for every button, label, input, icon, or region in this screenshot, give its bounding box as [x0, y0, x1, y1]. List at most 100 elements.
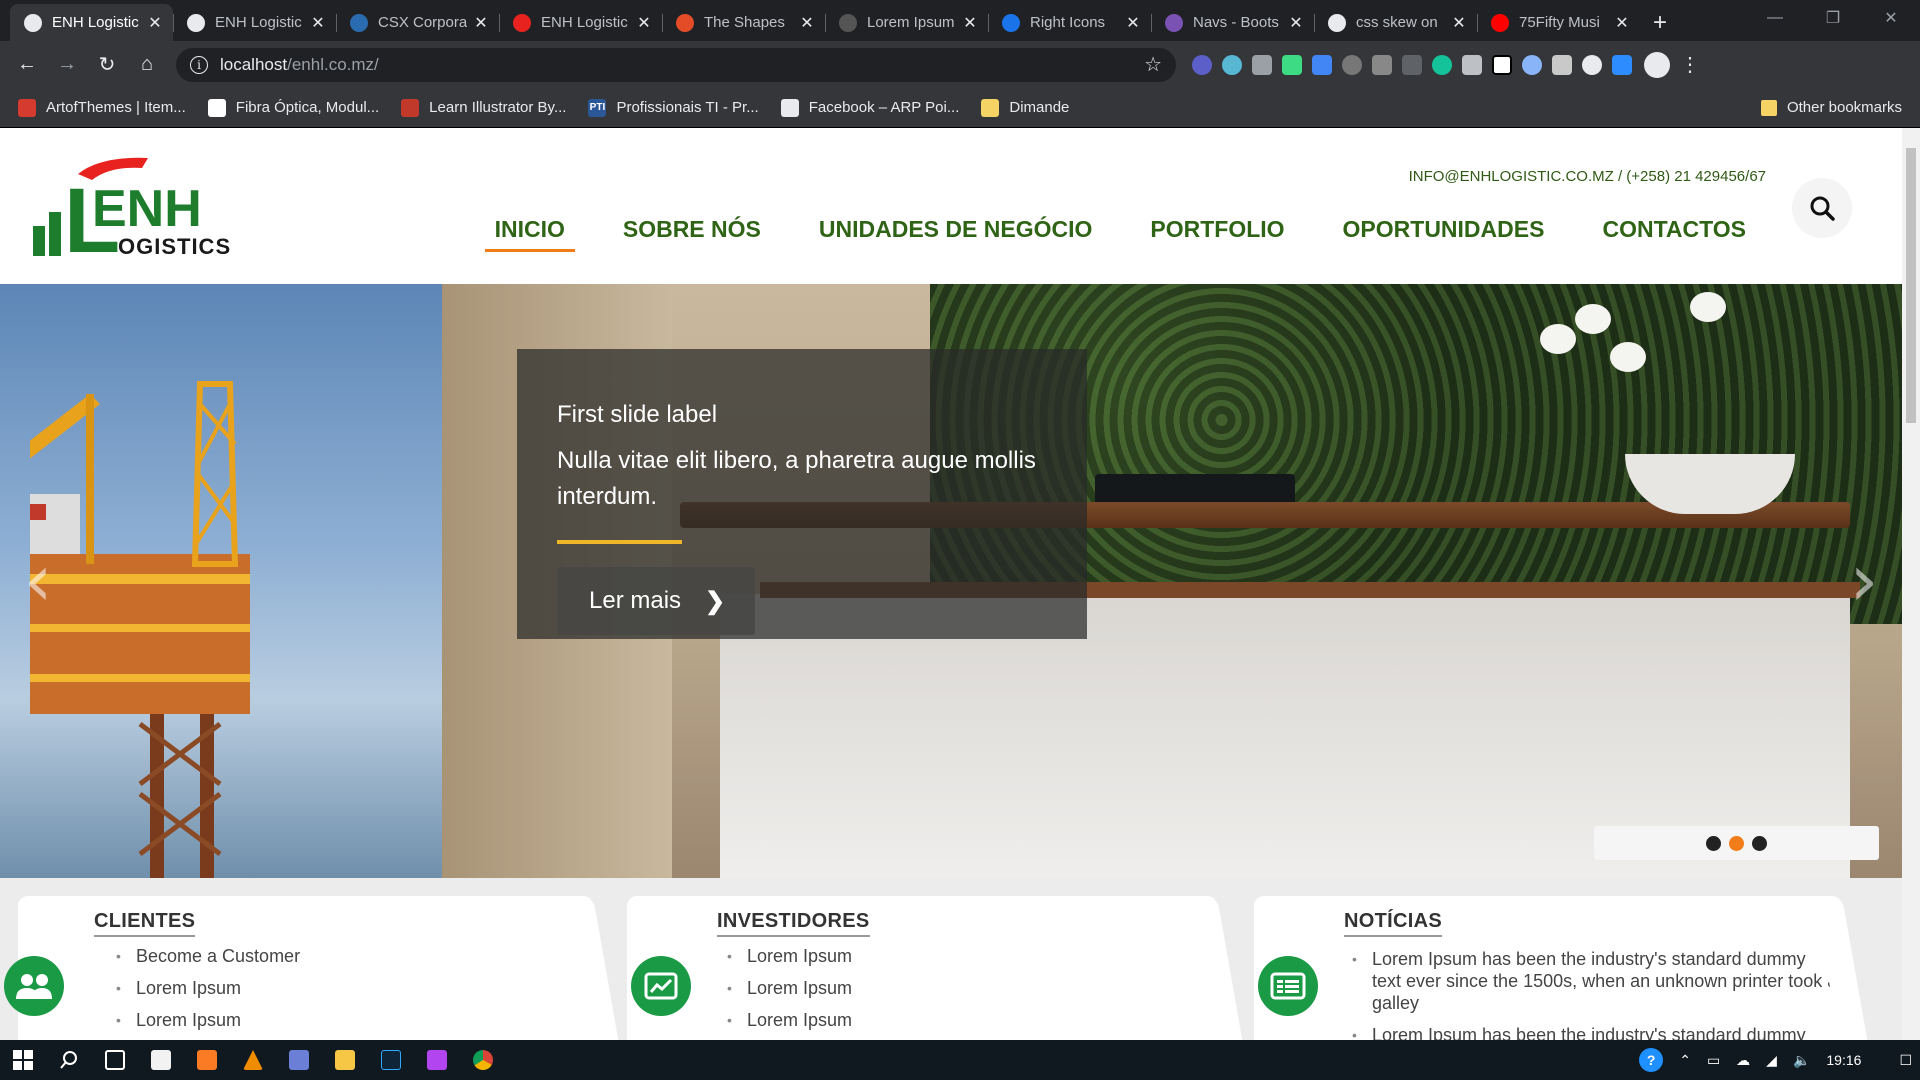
bookmark-item[interactable]: Dimande — [981, 98, 1069, 117]
battery-icon[interactable]: ▭ — [1707, 1052, 1720, 1069]
xampp-icon[interactable] — [184, 1040, 230, 1080]
carousel-indicator-dot[interactable] — [1706, 835, 1721, 851]
carousel-indicator-dot[interactable] — [1752, 835, 1767, 851]
browser-tab[interactable]: css skew on ✕ — [1314, 4, 1477, 41]
close-tab-icon[interactable]: ✕ — [310, 13, 326, 33]
photoshop-icon[interactable] — [368, 1040, 414, 1080]
translate-icon[interactable] — [1312, 54, 1332, 75]
chevron-up-icon[interactable]: ⌃ — [1679, 1052, 1691, 1069]
volume-icon[interactable]: 🔈 — [1793, 1052, 1810, 1069]
list-item[interactable]: Lorem Ipsum — [723, 972, 852, 1004]
extension-icon[interactable] — [1582, 54, 1602, 75]
close-tab-icon[interactable]: ✕ — [636, 13, 652, 33]
bookmark-item[interactable]: ArtofThemes | Item... — [18, 98, 186, 117]
list-item[interactable]: Become a Customer — [112, 940, 300, 972]
help-icon[interactable]: ? — [1639, 1048, 1664, 1072]
investors-chart-icon[interactable] — [631, 956, 691, 1016]
scrollbar-thumb[interactable] — [1906, 148, 1916, 423]
list-item[interactable]: Lorem Ipsum has been the industry's stan… — [1348, 948, 1838, 1014]
list-item[interactable]: Lorem Ipsum — [723, 940, 852, 972]
extension-icon[interactable] — [1522, 54, 1542, 75]
nav-link[interactable]: INICIO — [484, 216, 575, 252]
bookmark-item[interactable]: Learn Illustrator By... — [401, 98, 566, 117]
store-icon[interactable] — [138, 1040, 184, 1080]
browser-tab[interactable]: Navs - Boots ✕ — [1151, 4, 1314, 41]
close-tab-icon[interactable]: ✕ — [1288, 13, 1304, 33]
chrome-icon[interactable] — [460, 1040, 506, 1080]
carousel-prev-button[interactable]: ‹ — [18, 538, 58, 622]
phpstorm-icon[interactable] — [414, 1040, 460, 1080]
extension-icon[interactable] — [1462, 54, 1482, 75]
close-window-icon[interactable]: ✕ — [1862, 0, 1920, 36]
enh-logistics-logo[interactable]: L ENH OGISTICS — [30, 154, 240, 264]
extension-icon[interactable] — [1372, 54, 1392, 75]
browser-tab[interactable]: Right Icons ✕ — [988, 4, 1151, 41]
vlc-icon[interactable] — [230, 1040, 276, 1080]
list-item[interactable]: Lorem Ipsum — [112, 1004, 300, 1036]
extension-icon[interactable] — [1252, 54, 1272, 75]
reload-icon[interactable]: ↻ — [90, 48, 124, 82]
close-tab-icon[interactable]: ✕ — [1614, 13, 1630, 33]
browser-tab[interactable]: ENH Logistic ✕ — [10, 4, 173, 41]
bookmark-item[interactable]: Fibra Óptica, Modul... — [207, 98, 379, 117]
onedrive-icon[interactable]: ☁ — [1736, 1052, 1750, 1069]
nav-link[interactable]: PORTFOLIO — [1140, 216, 1294, 252]
windows-start-icon[interactable] — [0, 1040, 46, 1080]
nav-link[interactable]: SOBRE NÓS — [613, 216, 771, 252]
file-explorer-icon[interactable] — [322, 1040, 368, 1080]
other-bookmarks[interactable]: Other bookmarks — [1760, 99, 1902, 116]
read-more-button[interactable]: Ler mais ❯ — [557, 567, 755, 635]
close-tab-icon[interactable]: ✕ — [962, 13, 978, 33]
forward-icon[interactable]: → — [50, 48, 84, 82]
extension-icon[interactable] — [1552, 54, 1572, 75]
browser-tab[interactable]: ENH Logistic ✕ — [173, 4, 336, 41]
browser-tab[interactable]: Lorem Ipsum ✕ — [825, 4, 988, 41]
extension-icon[interactable] — [1222, 54, 1242, 75]
extension-icon[interactable] — [1492, 54, 1512, 75]
extension-icon[interactable] — [1192, 54, 1212, 75]
close-tab-icon[interactable]: ✕ — [1125, 13, 1141, 33]
list-item[interactable]: Lorem Ipsum has been the industry's stan… — [1348, 1024, 1838, 1040]
extension-icon[interactable] — [1342, 54, 1362, 75]
list-item[interactable]: Lorem Ipsum — [723, 1004, 852, 1036]
browser-tab[interactable]: 75Fifty Musi ✕ — [1477, 4, 1640, 41]
app-icon[interactable] — [276, 1040, 322, 1080]
nav-link[interactable]: CONTACTOS — [1592, 216, 1756, 252]
carousel-next-button[interactable]: › — [1844, 538, 1884, 622]
browser-tab[interactable]: The Shapes ✕ — [662, 4, 825, 41]
nav-link[interactable]: OPORTUNIDADES — [1333, 216, 1555, 252]
task-view-icon[interactable] — [92, 1040, 138, 1080]
back-icon[interactable]: ← — [10, 48, 44, 82]
browser-tab[interactable]: CSX Corpora ✕ — [336, 4, 499, 41]
profile-avatar[interactable] — [1644, 51, 1670, 78]
minimize-icon[interactable]: — — [1746, 0, 1804, 36]
clock[interactable]: 19:16 — [1826, 1052, 1861, 1068]
new-tab-button[interactable]: + — [1640, 4, 1680, 41]
carousel-indicator-dot[interactable] — [1729, 835, 1744, 851]
close-tab-icon[interactable]: ✕ — [1451, 13, 1467, 33]
close-tab-icon[interactable]: ✕ — [799, 13, 815, 33]
wifi-icon[interactable]: ◢ — [1766, 1052, 1777, 1069]
bookmark-item[interactable]: PTI Profissionais TI - Pr... — [588, 98, 759, 117]
notifications-icon[interactable]: ☐ — [1899, 1052, 1912, 1069]
bookmark-item[interactable]: Facebook – ARP Poi... — [780, 98, 959, 117]
extension-icon[interactable] — [1282, 54, 1302, 75]
bookmark-star-icon[interactable]: ☆ — [1144, 52, 1162, 77]
close-tab-icon[interactable]: ✕ — [473, 13, 489, 33]
extension-icon[interactable] — [1402, 54, 1422, 75]
site-info-icon[interactable]: i — [190, 55, 208, 74]
browser-tab[interactable]: ENH Logistic ✕ — [499, 4, 662, 41]
zoom-icon[interactable] — [1612, 54, 1632, 75]
grammarly-icon[interactable] — [1432, 54, 1452, 75]
search-button[interactable] — [1792, 178, 1852, 238]
clients-icon[interactable] — [4, 956, 64, 1016]
news-icon[interactable] — [1258, 956, 1318, 1016]
list-item[interactable]: Lorem Ipsum — [112, 972, 300, 1004]
restore-icon[interactable]: ❐ — [1804, 0, 1862, 36]
close-tab-icon[interactable]: ✕ — [147, 13, 163, 33]
page-scrollbar[interactable] — [1902, 128, 1920, 1040]
home-icon[interactable]: ⌂ — [130, 48, 164, 82]
address-bar[interactable]: i localhost/enhl.co.mz/ ☆ — [176, 47, 1176, 82]
menu-icon[interactable]: ⋮ — [1680, 52, 1700, 77]
nav-link[interactable]: UNIDADES DE NEGÓCIO — [809, 216, 1102, 252]
